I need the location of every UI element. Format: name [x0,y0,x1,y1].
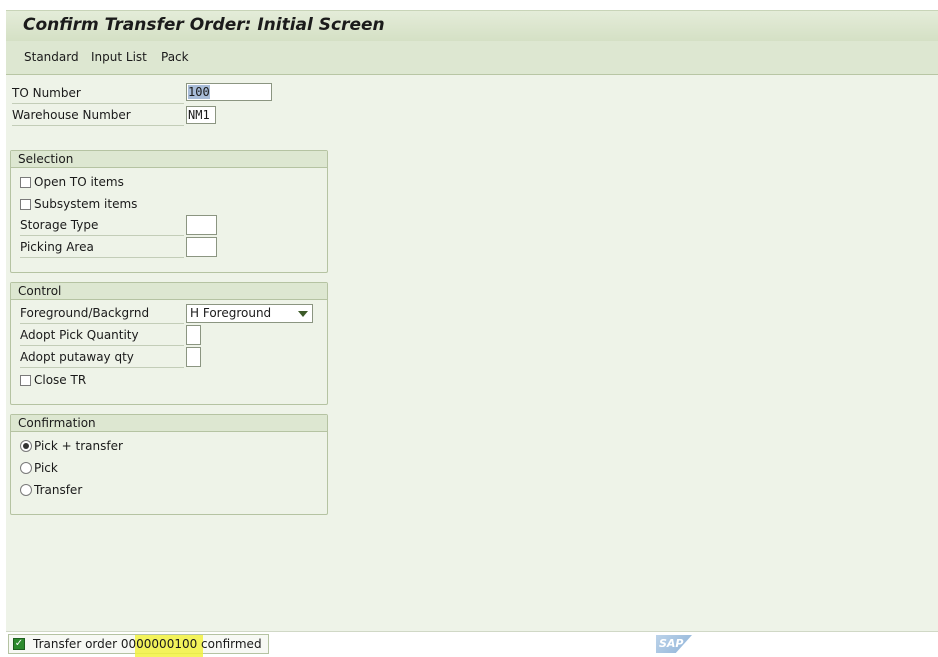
status-text: Transfer order 0000000100 confirmed [33,637,262,651]
sap-logo: SAP [656,635,692,653]
menu-item-pack[interactable]: Pack [161,50,189,64]
open-to-items-label: Open TO items [34,175,124,189]
to-number-label: TO Number [12,83,184,104]
subsystem-items-checkbox[interactable] [20,199,31,210]
adopt-putaway-qty-label: Adopt putaway qty [20,347,184,368]
open-to-items-checkbox[interactable] [20,177,31,188]
sap-window: Confirm Transfer Order: Initial Screen S… [6,10,938,657]
menu-item-standard[interactable]: Standard [24,50,79,64]
picking-area-label: Picking Area [20,237,184,258]
pick-transfer-label: Pick + transfer [34,439,123,453]
storage-type-field[interactable] [186,215,217,235]
to-number-value: 100 [188,85,210,99]
warehouse-number-label: Warehouse Number [12,105,184,126]
foreground-backgrnd-value: H Foreground [190,306,272,320]
application-toolbar: Standard Input List Pack [6,41,938,75]
control-group-title: Control [18,284,62,298]
picking-area-field[interactable] [186,237,217,257]
control-group: Control Foreground/Backgrnd H Foreground… [10,282,328,405]
selection-group: Selection Open TO items Subsystem items … [10,150,328,273]
checkmark-icon: ✓ [13,638,25,650]
to-number-field[interactable]: 100 [186,83,272,101]
subsystem-items-label: Subsystem items [34,197,138,211]
radio-selected-dot [23,443,29,449]
selection-group-title: Selection [18,152,74,166]
close-tr-label: Close TR [34,373,87,387]
adopt-putaway-qty-field[interactable] [186,347,201,367]
control-group-header: Control [11,283,327,300]
page-title: Confirm Transfer Order: Initial Screen [23,15,385,35]
menu-item-input-list[interactable]: Input List [91,50,147,64]
chevron-down-icon[interactable] [298,311,308,317]
close-tr-checkbox[interactable] [20,375,31,386]
pick-radio[interactable] [20,462,32,474]
confirmation-group-header: Confirmation [11,415,327,432]
status-bar: ✓ Transfer order 0000000100 confirmed SA… [6,631,938,657]
adopt-pick-quantity-field[interactable] [186,325,201,345]
adopt-pick-quantity-label: Adopt Pick Quantity [20,325,184,346]
storage-type-label: Storage Type [20,215,184,236]
foreground-backgrnd-label: Foreground/Backgrnd [20,303,184,324]
confirmation-group: Confirmation Pick + transfer Pick Transf… [10,414,328,515]
title-bar: Confirm Transfer Order: Initial Screen [6,10,938,42]
warehouse-number-field[interactable]: NM1 [186,106,216,124]
foreground-backgrnd-dropdown[interactable]: H Foreground [186,304,313,323]
transfer-radio[interactable] [20,484,32,496]
selection-group-header: Selection [11,151,327,168]
confirmation-group-title: Confirmation [18,416,96,430]
status-message[interactable]: ✓ Transfer order 0000000100 confirmed [8,634,269,657]
transfer-label: Transfer [34,483,83,497]
pick-transfer-radio[interactable] [20,440,32,452]
pick-label: Pick [34,461,58,475]
